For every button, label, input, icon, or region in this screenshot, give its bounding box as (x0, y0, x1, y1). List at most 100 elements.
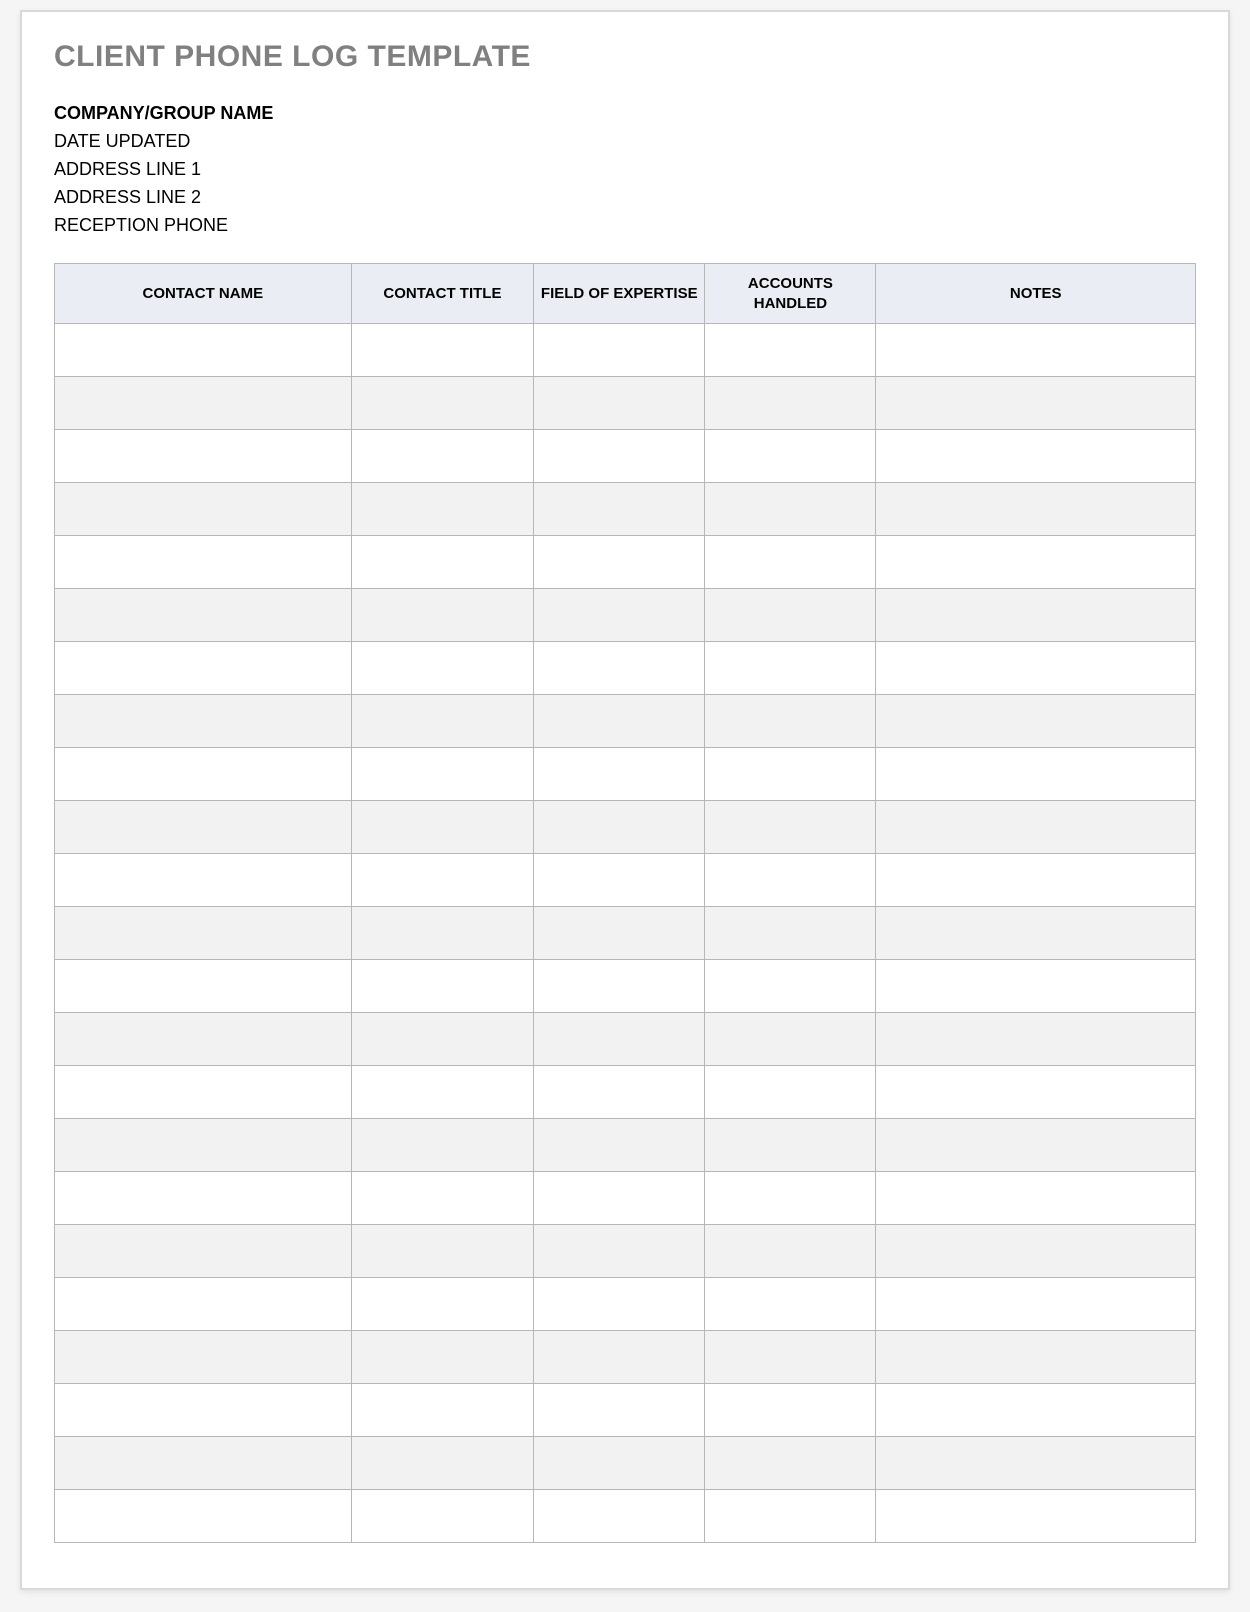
cell-accounts-handled[interactable] (705, 1013, 876, 1066)
cell-notes[interactable] (876, 1013, 1196, 1066)
cell-field-of-expertise[interactable] (534, 1119, 705, 1172)
cell-accounts-handled[interactable] (705, 907, 876, 960)
cell-notes[interactable] (876, 1384, 1196, 1437)
cell-contact-title[interactable] (351, 377, 534, 430)
cell-contact-title[interactable] (351, 536, 534, 589)
cell-accounts-handled[interactable] (705, 960, 876, 1013)
cell-contact-title[interactable] (351, 1225, 534, 1278)
cell-contact-name[interactable] (55, 695, 352, 748)
cell-notes[interactable] (876, 801, 1196, 854)
cell-contact-name[interactable] (55, 483, 352, 536)
cell-accounts-handled[interactable] (705, 589, 876, 642)
cell-field-of-expertise[interactable] (534, 1437, 705, 1490)
cell-field-of-expertise[interactable] (534, 854, 705, 907)
cell-contact-title[interactable] (351, 589, 534, 642)
cell-accounts-handled[interactable] (705, 1225, 876, 1278)
cell-contact-title[interactable] (351, 1172, 534, 1225)
cell-accounts-handled[interactable] (705, 483, 876, 536)
cell-contact-title[interactable] (351, 642, 534, 695)
cell-notes[interactable] (876, 1437, 1196, 1490)
cell-accounts-handled[interactable] (705, 854, 876, 907)
cell-field-of-expertise[interactable] (534, 1225, 705, 1278)
cell-contact-name[interactable] (55, 430, 352, 483)
cell-notes[interactable] (876, 642, 1196, 695)
cell-field-of-expertise[interactable] (534, 748, 705, 801)
cell-field-of-expertise[interactable] (534, 536, 705, 589)
cell-field-of-expertise[interactable] (534, 695, 705, 748)
cell-field-of-expertise[interactable] (534, 589, 705, 642)
cell-accounts-handled[interactable] (705, 1119, 876, 1172)
cell-accounts-handled[interactable] (705, 642, 876, 695)
cell-contact-name[interactable] (55, 642, 352, 695)
cell-contact-title[interactable] (351, 483, 534, 536)
cell-contact-title[interactable] (351, 801, 534, 854)
cell-contact-name[interactable] (55, 907, 352, 960)
cell-contact-title[interactable] (351, 854, 534, 907)
cell-notes[interactable] (876, 1490, 1196, 1543)
cell-field-of-expertise[interactable] (534, 1490, 705, 1543)
cell-field-of-expertise[interactable] (534, 907, 705, 960)
cell-contact-title[interactable] (351, 1490, 534, 1543)
cell-contact-name[interactable] (55, 1172, 352, 1225)
cell-accounts-handled[interactable] (705, 430, 876, 483)
cell-accounts-handled[interactable] (705, 1384, 876, 1437)
cell-field-of-expertise[interactable] (534, 430, 705, 483)
cell-accounts-handled[interactable] (705, 1331, 876, 1384)
cell-accounts-handled[interactable] (705, 801, 876, 854)
cell-field-of-expertise[interactable] (534, 483, 705, 536)
cell-notes[interactable] (876, 1278, 1196, 1331)
cell-notes[interactable] (876, 536, 1196, 589)
cell-contact-name[interactable] (55, 1384, 352, 1437)
cell-field-of-expertise[interactable] (534, 801, 705, 854)
cell-field-of-expertise[interactable] (534, 642, 705, 695)
cell-contact-name[interactable] (55, 748, 352, 801)
cell-contact-title[interactable] (351, 1013, 534, 1066)
cell-contact-name[interactable] (55, 1331, 352, 1384)
cell-accounts-handled[interactable] (705, 1278, 876, 1331)
cell-field-of-expertise[interactable] (534, 1013, 705, 1066)
cell-contact-title[interactable] (351, 1066, 534, 1119)
cell-contact-name[interactable] (55, 854, 352, 907)
cell-contact-name[interactable] (55, 1119, 352, 1172)
cell-notes[interactable] (876, 960, 1196, 1013)
cell-contact-name[interactable] (55, 1490, 352, 1543)
cell-notes[interactable] (876, 1225, 1196, 1278)
cell-contact-title[interactable] (351, 1437, 534, 1490)
cell-field-of-expertise[interactable] (534, 960, 705, 1013)
cell-notes[interactable] (876, 1119, 1196, 1172)
cell-contact-name[interactable] (55, 801, 352, 854)
cell-contact-name[interactable] (55, 536, 352, 589)
cell-accounts-handled[interactable] (705, 695, 876, 748)
cell-contact-title[interactable] (351, 1119, 534, 1172)
cell-contact-name[interactable] (55, 960, 352, 1013)
cell-contact-title[interactable] (351, 1331, 534, 1384)
cell-contact-title[interactable] (351, 907, 534, 960)
cell-field-of-expertise[interactable] (534, 1384, 705, 1437)
cell-accounts-handled[interactable] (705, 1172, 876, 1225)
cell-contact-title[interactable] (351, 695, 534, 748)
cell-accounts-handled[interactable] (705, 1490, 876, 1543)
cell-accounts-handled[interactable] (705, 377, 876, 430)
cell-contact-name[interactable] (55, 1066, 352, 1119)
cell-notes[interactable] (876, 854, 1196, 907)
cell-field-of-expertise[interactable] (534, 377, 705, 430)
cell-notes[interactable] (876, 748, 1196, 801)
cell-accounts-handled[interactable] (705, 324, 876, 377)
cell-contact-title[interactable] (351, 430, 534, 483)
cell-notes[interactable] (876, 377, 1196, 430)
cell-field-of-expertise[interactable] (534, 324, 705, 377)
cell-notes[interactable] (876, 1331, 1196, 1384)
cell-contact-title[interactable] (351, 1278, 534, 1331)
cell-contact-name[interactable] (55, 324, 352, 377)
cell-contact-name[interactable] (55, 589, 352, 642)
cell-contact-name[interactable] (55, 1225, 352, 1278)
cell-contact-name[interactable] (55, 1278, 352, 1331)
cell-contact-name[interactable] (55, 1013, 352, 1066)
cell-contact-title[interactable] (351, 748, 534, 801)
cell-notes[interactable] (876, 1066, 1196, 1119)
cell-notes[interactable] (876, 589, 1196, 642)
cell-notes[interactable] (876, 483, 1196, 536)
cell-notes[interactable] (876, 907, 1196, 960)
cell-notes[interactable] (876, 1172, 1196, 1225)
cell-accounts-handled[interactable] (705, 1437, 876, 1490)
